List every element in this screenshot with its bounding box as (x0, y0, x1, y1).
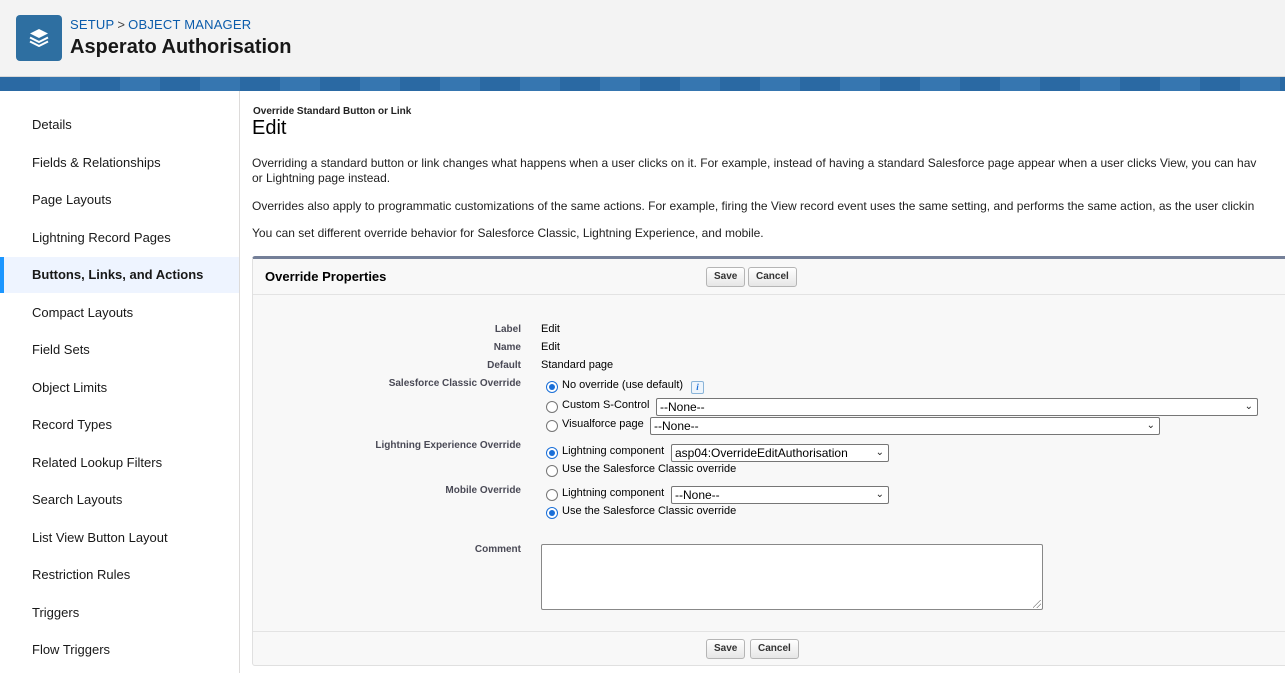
setup-header: SETUP > OBJECT MANAGER Asperato Authorisat… (0, 0, 1285, 77)
lightning-override-label: Lightning Experience Override (375, 440, 521, 451)
save-button-bottom[interactable]: Save (706, 639, 746, 659)
classic-scontrol-select[interactable]: --None-- ⌄ (656, 398, 1258, 416)
lightning-component-radio[interactable] (546, 447, 558, 459)
description-line-1: Overriding a standard button or link cha… (252, 156, 1257, 170)
page-title: Asperato Authorisation (70, 36, 292, 58)
cancel-button-bottom[interactable]: Cancel (750, 639, 799, 659)
description-paragraph-2: Overrides also apply to programmatic cus… (252, 199, 1255, 213)
mobile-lightning-component-select[interactable]: --None-- ⌄ (671, 486, 889, 504)
breadcrumb-object-manager-link[interactable]: OBJECT MANAGER (128, 17, 251, 32)
classic-scontrol-radio[interactable] (546, 401, 558, 413)
classic-visualforce-select[interactable]: --None-- ⌄ (650, 417, 1160, 435)
description-line-2: or Lightning page instead. (252, 171, 391, 185)
chevron-down-icon: ⌄ (1244, 401, 1253, 412)
mobile-use-classic-radio[interactable] (546, 507, 558, 519)
breadcrumb: SETUP > OBJECT MANAGER (70, 17, 251, 32)
lightning-use-classic-label: Use the Salesforce Classic override (562, 463, 737, 475)
chevron-down-icon: ⌄ (875, 447, 884, 458)
cancel-button-top[interactable]: Cancel (748, 267, 797, 287)
name-field-label: Name (493, 342, 521, 353)
panel-title: Override Properties (265, 269, 387, 284)
section-label: Override Standard Button or Link (253, 106, 412, 117)
name-field-value: Edit (541, 341, 560, 353)
sidebar-item-record-types[interactable]: Record Types (0, 407, 239, 443)
sidebar-item-page-layouts[interactable]: Page Layouts (0, 182, 239, 218)
header-banner (0, 77, 1285, 91)
sidebar-nav: Details Fields & Relationships Page Layo… (0, 91, 240, 673)
lightning-component-select[interactable]: asp04:OverrideEditAuthorisation ⌄ (671, 444, 889, 462)
sidebar-item-list-view-button-layout[interactable]: List View Button Layout (0, 520, 239, 556)
chevron-down-icon: ⌄ (1146, 420, 1155, 431)
classic-visualforce-select-value: --None-- (654, 419, 699, 433)
info-icon[interactable]: i (691, 381, 704, 394)
mobile-lightning-component-select-value: --None-- (675, 488, 720, 502)
classic-scontrol-label: Custom S-Control (562, 399, 650, 411)
description-paragraph-3: You can set different override behavior … (252, 226, 764, 240)
resize-handle-icon[interactable] (1033, 600, 1041, 608)
sidebar-item-triggers[interactable]: Triggers (0, 595, 239, 631)
classic-no-override-radio[interactable] (546, 381, 558, 393)
comment-label: Comment (474, 544, 521, 555)
mobile-override-label: Mobile Override (445, 485, 521, 496)
breadcrumb-setup-link[interactable]: SETUP (70, 17, 114, 32)
comment-textarea[interactable] (541, 544, 1043, 610)
sidebar-item-fields-relationships[interactable]: Fields & Relationships (0, 145, 239, 181)
label-field-value: Edit (541, 323, 560, 335)
panel-header: Override Properties Save Cancel (253, 259, 1285, 295)
override-title: Edit (252, 117, 287, 139)
classic-no-override-label: No override (use default) (562, 379, 684, 391)
mobile-lightning-component-label: Lightning component (562, 487, 665, 499)
sidebar-item-related-lookup-filters[interactable]: Related Lookup Filters (0, 445, 239, 481)
sidebar-item-object-limits[interactable]: Object Limits (0, 370, 239, 406)
mobile-use-classic-label: Use the Salesforce Classic override (562, 505, 737, 517)
sidebar-item-flow-triggers[interactable]: Flow Triggers (0, 632, 239, 668)
classic-scontrol-select-value: --None-- (660, 400, 705, 414)
default-field-label: Default (487, 360, 521, 371)
panel-footer: Save Cancel (253, 631, 1285, 665)
classic-override-label: Salesforce Classic Override (388, 378, 521, 389)
lightning-use-classic-radio[interactable] (546, 465, 558, 477)
lightning-component-label: Lightning component (562, 445, 665, 457)
lightning-component-select-value: asp04:OverrideEditAuthorisation (675, 446, 848, 460)
classic-visualforce-radio[interactable] (546, 420, 558, 432)
save-button-top[interactable]: Save (706, 267, 746, 287)
sidebar-item-buttons-links-actions[interactable]: Buttons, Links, and Actions (0, 257, 239, 293)
default-field-value: Standard page (541, 359, 614, 371)
sidebar-item-restriction-rules[interactable]: Restriction Rules (0, 557, 239, 593)
sidebar-item-details[interactable]: Details (0, 107, 239, 143)
mobile-lightning-component-radio[interactable] (546, 489, 558, 501)
sidebar-item-field-sets[interactable]: Field Sets (0, 332, 239, 368)
main-content: Override Standard Button or Link Edit Ov… (241, 91, 1285, 673)
sidebar-item-compact-layouts[interactable]: Compact Layouts (0, 295, 239, 331)
label-field-label: Label (494, 324, 521, 335)
classic-visualforce-label: Visualforce page (562, 418, 644, 430)
sidebar-item-search-layouts[interactable]: Search Layouts (0, 482, 239, 518)
override-properties-panel: Override Properties Save Cancel Label Ed… (252, 256, 1285, 666)
breadcrumb-separator: > (117, 17, 126, 32)
chevron-down-icon: ⌄ (875, 489, 884, 500)
layers-icon (16, 15, 62, 61)
sidebar-item-lightning-record-pages[interactable]: Lightning Record Pages (0, 220, 239, 256)
